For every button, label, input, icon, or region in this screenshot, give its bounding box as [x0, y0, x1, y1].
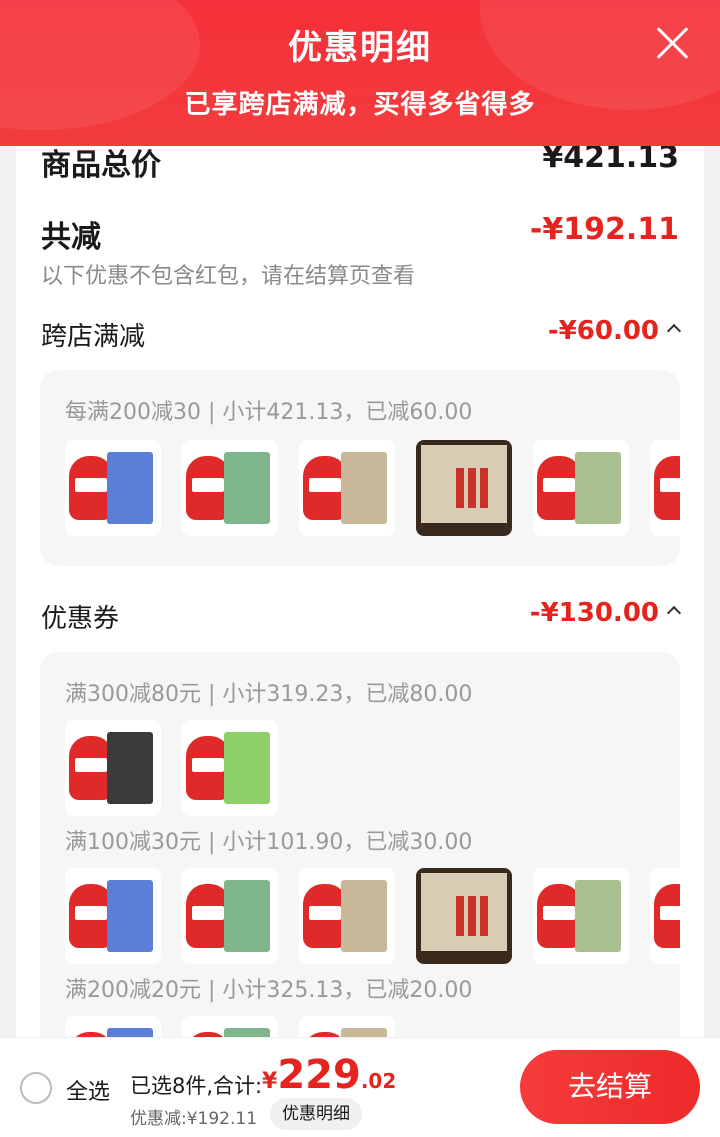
cross-store-title: 跨店满减 — [41, 322, 146, 352]
product-thumbnail[interactable] — [65, 720, 161, 816]
red-packet-hint: 以下优惠不包含红包，请在结算页查看 — [41, 264, 416, 289]
product-thumbnail[interactable] — [650, 440, 680, 536]
product-thumbnail[interactable] — [650, 868, 680, 964]
checkout-bar: 全选 已选8件,合计: ¥229.02 优惠减:¥192.11 优惠明细 去结算 — [0, 1037, 720, 1137]
coupon-rule: 满100减30元 | 小计101.90，已减30.00 — [65, 830, 473, 855]
product-thumbnail[interactable] — [182, 868, 279, 964]
total-payable: ¥229.02 — [262, 1052, 396, 1098]
coupon-rule: 满200减20元 | 小计325.13，已减20.00 — [65, 978, 473, 1003]
discount-detail-card: 商品总价 ¥421.13 共减 -¥192.11 以下优惠不包含红包，请在结算页… — [16, 120, 704, 1120]
product-thumbnail[interactable] — [533, 868, 630, 964]
header-banner: 优惠明细 已享跨店满减，买得多省得多 — [0, 0, 720, 146]
price-decimal: .02 — [360, 1069, 397, 1093]
selected-count-text: 已选8件,合计: — [130, 1074, 263, 1098]
select-all-checkbox[interactable] — [20, 1072, 52, 1104]
checkout-button[interactable]: 去结算 — [520, 1050, 700, 1124]
coupon-title: 优惠券 — [41, 604, 120, 634]
price-integer: 229 — [277, 1052, 361, 1098]
chevron-up-icon — [666, 605, 682, 621]
product-thumbnail[interactable] — [182, 720, 279, 816]
coupon-products — [65, 720, 680, 816]
product-thumbnail[interactable] — [533, 440, 630, 536]
coupon-rule: 满300减80元 | 小计319.23，已减80.00 — [65, 682, 473, 707]
coupon-products — [65, 868, 680, 964]
close-icon[interactable] — [654, 24, 690, 60]
product-thumbnail[interactable] — [416, 440, 513, 536]
product-thumbnail[interactable] — [182, 440, 279, 536]
total-reduce-value: -¥192.11 — [529, 212, 679, 247]
coupon-amount[interactable]: -¥130.00 — [529, 598, 682, 628]
cross-store-products — [65, 440, 680, 536]
product-thumbnail[interactable] — [416, 868, 513, 964]
select-all-label[interactable]: 全选 — [66, 1074, 110, 1106]
cross-store-box: 每满200减30 | 小计421.13，已减60.00 — [40, 370, 680, 566]
price-symbol: ¥ — [262, 1069, 278, 1094]
page-subtitle: 已享跨店满减，买得多省得多 — [184, 90, 536, 120]
page-title: 优惠明细 — [288, 28, 432, 68]
product-thumbnail[interactable] — [65, 868, 161, 964]
product-thumbnail[interactable] — [299, 440, 396, 536]
product-thumbnail[interactable] — [65, 440, 161, 536]
product-thumbnail[interactable] — [299, 868, 396, 964]
cross-store-amount[interactable]: -¥60.00 — [547, 316, 682, 346]
coupon-value: -¥130.00 — [529, 598, 659, 628]
chevron-up-icon — [666, 323, 682, 339]
discount-summary: 优惠减:¥192.11 — [130, 1109, 258, 1129]
cross-store-value: -¥60.00 — [547, 316, 659, 346]
discount-detail-button[interactable]: 优惠明细 — [270, 1098, 362, 1130]
cross-store-rule: 每满200减30 | 小计421.13，已减60.00 — [65, 400, 473, 425]
